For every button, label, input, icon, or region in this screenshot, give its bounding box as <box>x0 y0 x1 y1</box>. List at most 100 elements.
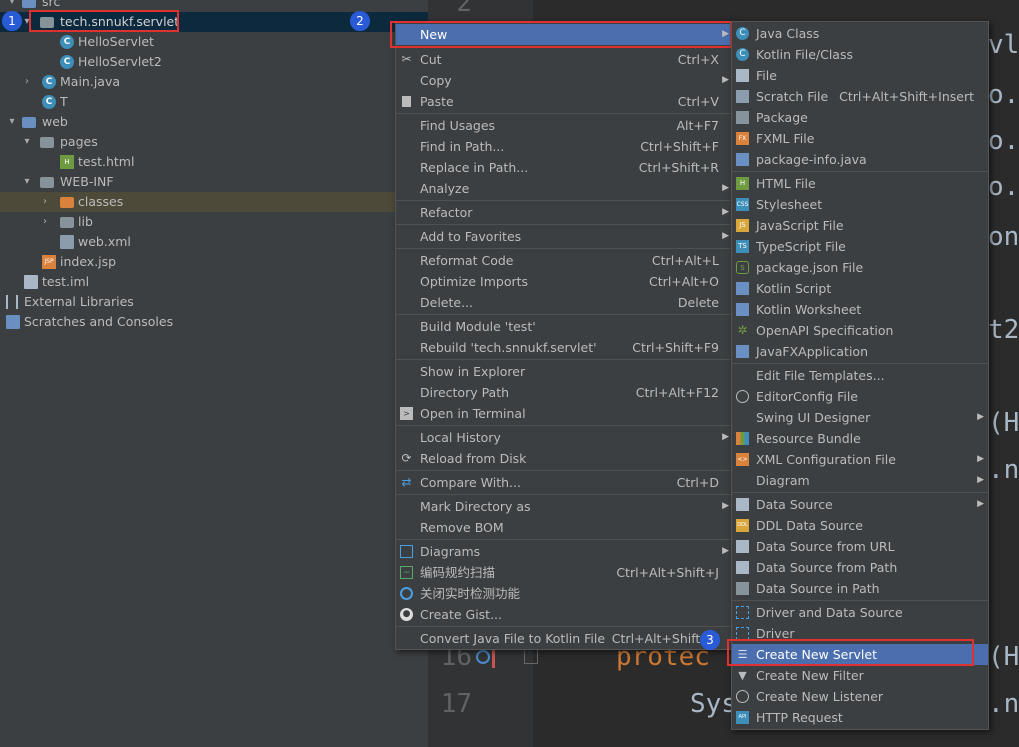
menu-item-optimize-imports[interactable]: Optimize Imports Ctrl+Alt+O <box>396 271 733 292</box>
submenu-item-create-new-listener[interactable]: Create New Listener <box>732 686 988 707</box>
breakpoint-marker-icon[interactable] <box>492 648 495 668</box>
chevron-right-icon[interactable]: › <box>40 192 50 212</box>
menu-item-directory-path[interactable]: Directory Path Ctrl+Alt+F12 <box>396 382 733 403</box>
menu-item-show-in-explorer[interactable]: Show in Explorer <box>396 361 733 382</box>
submenu-item-scratch-file[interactable]: Scratch File Ctrl+Alt+Shift+Insert <box>732 86 988 107</box>
submenu-item-kotlin-worksheet[interactable]: Kotlin Worksheet <box>732 299 988 320</box>
submenu-item-stylesheet[interactable]: CSS Stylesheet <box>732 194 988 215</box>
menu-item-convert-to-kotlin[interactable]: Convert Java File to Kotlin File Ctrl+Al… <box>396 628 733 649</box>
menu-item-diagrams[interactable]: Diagrams ▶ <box>396 541 733 562</box>
tree-item-web[interactable]: ▾ web <box>0 112 428 132</box>
submenu-item-fxml[interactable]: FX FXML File <box>732 128 988 149</box>
submenu-arrow-icon: ▶ <box>722 501 729 511</box>
tree-item-scratches[interactable]: Scratches and Consoles <box>0 312 428 332</box>
tree-item-helloservlet[interactable]: C HelloServlet <box>0 32 428 52</box>
submenu-item-package[interactable]: Package <box>732 107 988 128</box>
menu-item-cut[interactable]: ✂ Cut Ctrl+X <box>396 49 733 70</box>
menu-item-copy[interactable]: Copy ▶ <box>396 70 733 91</box>
menu-item-add-to-favorites[interactable]: Add to Favorites ▶ <box>396 226 733 247</box>
submenu-item-package-info[interactable]: package-info.java <box>732 149 988 170</box>
menu-item-refactor[interactable]: Refactor ▶ <box>396 202 733 223</box>
submenu-item-javafx[interactable]: JavaFXApplication <box>732 341 988 362</box>
menu-item-label: Kotlin Worksheet <box>756 302 862 317</box>
submenu-item-http-request[interactable]: API HTTP Request <box>732 707 988 728</box>
menu-item-label: Add to Favorites <box>420 229 522 244</box>
submenu-item-resource-bundle[interactable]: Resource Bundle <box>732 428 988 449</box>
menu-item-reload-from-disk[interactable]: ⟳ Reload from Disk <box>396 448 733 469</box>
chevron-down-icon[interactable]: ▾ <box>22 132 32 152</box>
menu-item-label: FXML File <box>756 131 815 146</box>
submenu-item-swing-ui[interactable]: Swing UI Designer ▶ <box>732 407 988 428</box>
project-tree-panel: ▾ src ▾ tech.snnukf.servlet C HelloServl… <box>0 0 428 747</box>
tree-item-classes[interactable]: › classes <box>0 192 428 212</box>
menu-item-build-module[interactable]: Build Module 'test' <box>396 316 733 337</box>
submenu-item-ddl-data-source[interactable]: DDL DDL Data Source <box>732 515 988 536</box>
submenu-item-file[interactable]: File <box>732 65 988 86</box>
menu-item-paste[interactable]: Paste Ctrl+V <box>396 91 733 112</box>
submenu-item-typescript[interactable]: TS TypeScript File <box>732 236 988 257</box>
menu-item-label: EditorConfig File <box>756 389 858 404</box>
submenu-item-create-new-filter[interactable]: ▼ Create New Filter <box>732 665 988 686</box>
chevron-right-icon[interactable]: › <box>40 212 50 232</box>
submenu-item-html[interactable]: H HTML File <box>732 173 988 194</box>
submenu-item-edit-templates[interactable]: Edit File Templates... <box>732 365 988 386</box>
code-fragment: vle <box>988 30 1019 60</box>
menu-item-remove-bom[interactable]: Remove BOM <box>396 517 733 538</box>
menu-item-disable-realtime-check[interactable]: 关闭实时检测功能 <box>396 583 733 604</box>
menu-item-label: Cut <box>420 52 442 67</box>
chevron-down-icon[interactable]: ▾ <box>7 112 17 132</box>
submenu-item-editorconfig[interactable]: EditorConfig File <box>732 386 988 407</box>
submenu-item-data-source-url[interactable]: Data Source from URL <box>732 536 988 557</box>
submenu-item-data-source[interactable]: Data Source ▶ <box>732 494 988 515</box>
submenu-item-diagram[interactable]: Diagram ▶ <box>732 470 988 491</box>
driver-datasource-icon <box>736 606 749 619</box>
menu-item-rebuild[interactable]: Rebuild 'tech.snnukf.servlet' Ctrl+Shift… <box>396 337 733 358</box>
override-marker-icon[interactable] <box>476 650 490 664</box>
submenu-item-data-source-path[interactable]: Data Source from Path <box>732 557 988 578</box>
menu-shortcut: Ctrl+Alt+Shift+J <box>616 565 719 580</box>
tree-item-test-html[interactable]: H test.html <box>0 152 428 172</box>
menu-item-delete[interactable]: Delete... Delete <box>396 292 733 313</box>
menu-item-find-in-path[interactable]: Find in Path... Ctrl+Shift+F <box>396 136 733 157</box>
menu-shortcut: Ctrl+Alt+O <box>649 274 719 289</box>
submenu-item-package-json[interactable]: s package.json File <box>732 257 988 278</box>
menu-item-create-gist[interactable]: ● Create Gist... <box>396 604 733 625</box>
folder-icon <box>60 217 74 228</box>
editorconfig-icon <box>736 390 749 403</box>
tree-item-main-java[interactable]: › C Main.java <box>0 72 428 92</box>
tree-item-helloservlet2[interactable]: C HelloServlet2 <box>0 52 428 72</box>
tree-item-pages[interactable]: ▾ pages <box>0 132 428 152</box>
chevron-right-icon[interactable]: › <box>22 72 32 92</box>
submenu-item-kotlin-class[interactable]: C Kotlin File/Class <box>732 44 988 65</box>
menu-item-reformat-code[interactable]: Reformat Code Ctrl+Alt+L <box>396 250 733 271</box>
submenu-item-openapi[interactable]: ✲ OpenAPI Specification <box>732 320 988 341</box>
tree-item-index-jsp[interactable]: JSP index.jsp <box>0 252 428 272</box>
menu-separator <box>396 248 733 249</box>
submenu-item-kotlin-script[interactable]: Kotlin Script <box>732 278 988 299</box>
tree-item-lib[interactable]: › lib <box>0 212 428 232</box>
tree-item-web-inf[interactable]: ▾ WEB-INF <box>0 172 428 192</box>
menu-item-mark-directory-as[interactable]: Mark Directory as ▶ <box>396 496 733 517</box>
database-folder-icon <box>736 582 749 595</box>
menu-item-code-scan[interactable]: ~ 编码规约扫描 Ctrl+Alt+Shift+J <box>396 562 733 583</box>
menu-item-find-usages[interactable]: Find Usages Alt+F7 <box>396 115 733 136</box>
submenu-item-javascript[interactable]: JS JavaScript File <box>732 215 988 236</box>
menu-item-open-in-terminal[interactable]: > Open in Terminal <box>396 403 733 424</box>
module-file-icon <box>24 275 38 289</box>
submenu-item-data-source-in-path[interactable]: Data Source in Path <box>732 578 988 599</box>
submenu-item-xml-config[interactable]: <> XML Configuration File ▶ <box>732 449 988 470</box>
menu-item-compare-with[interactable]: ⇄ Compare With... Ctrl+D <box>396 472 733 493</box>
tree-item-external-libraries[interactable]: External Libraries <box>0 292 428 312</box>
menu-item-analyze[interactable]: Analyze ▶ <box>396 178 733 199</box>
menu-item-label: Create Gist... <box>420 607 503 622</box>
menu-item-local-history[interactable]: Local History ▶ <box>396 427 733 448</box>
chevron-down-icon[interactable]: ▾ <box>22 172 32 192</box>
menu-item-label: Find in Path... <box>420 139 505 154</box>
menu-item-replace-in-path[interactable]: Replace in Path... Ctrl+Shift+R <box>396 157 733 178</box>
scan-icon: ~ <box>400 566 413 579</box>
submenu-item-driver-and-data-source[interactable]: Driver and Data Source <box>732 602 988 623</box>
tree-item-web-xml[interactable]: web.xml <box>0 232 428 252</box>
tree-item-test-iml[interactable]: test.iml <box>0 272 428 292</box>
submenu-item-java-class[interactable]: C Java Class <box>732 23 988 44</box>
tree-item-t[interactable]: C T <box>0 92 428 112</box>
